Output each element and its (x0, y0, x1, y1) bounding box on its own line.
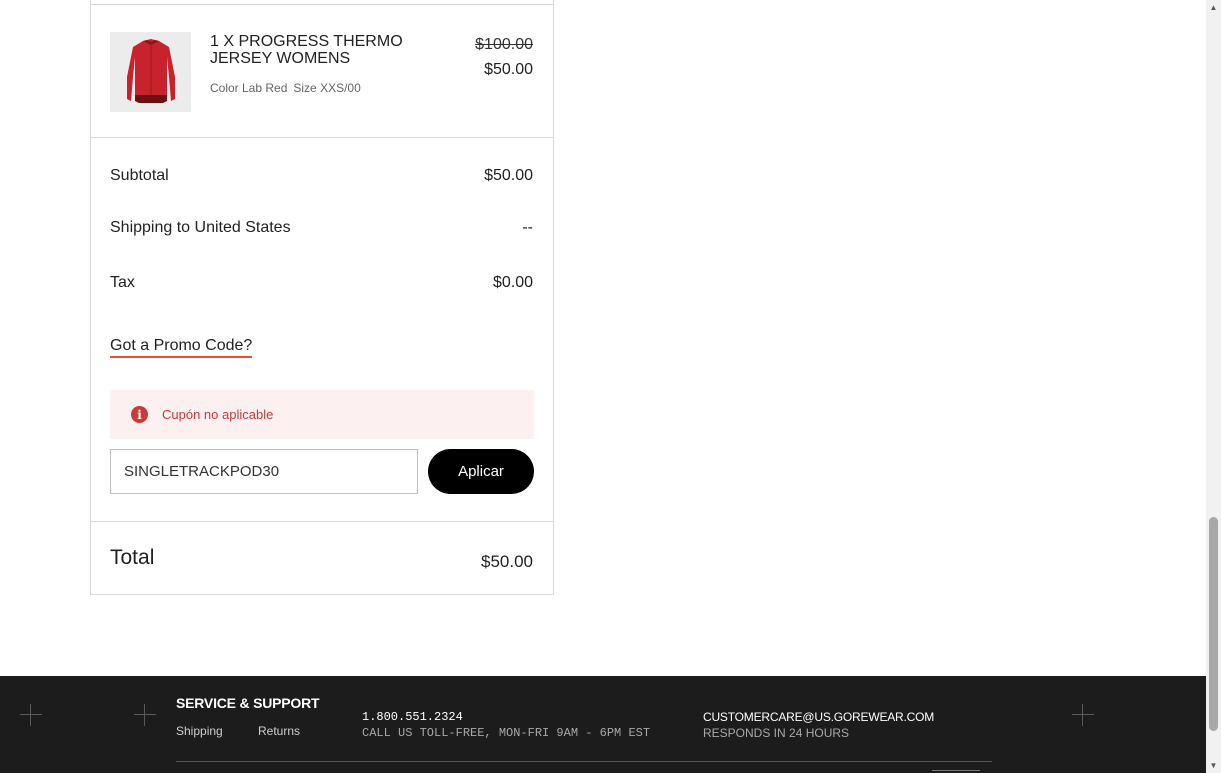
support-phone[interactable]: 1.800.551.2324 (362, 710, 463, 724)
tax-value: $0.00 (492, 274, 533, 291)
jersey-icon (126, 39, 175, 103)
scrollbar-thumb[interactable] (1209, 517, 1218, 731)
product-size: Size XXS/00 (293, 81, 361, 95)
total-value: $50.00 (481, 552, 533, 571)
subtotal-value: $50.00 (484, 167, 533, 184)
shipping-label: Shipping to United States (110, 219, 291, 236)
support-email-note: RESPONDS IN 24 HOURS (703, 726, 850, 740)
footer-section-title: SERVICE & SUPPORT (176, 695, 320, 711)
product-title: 1 X PROGRESS THERMO JERSEY WOMENS (210, 33, 403, 67)
original-price: $100.00 (475, 36, 533, 53)
crosshair-decoration-icon (1072, 704, 1094, 726)
promo-error-message: Cupón no aplicable (162, 407, 274, 422)
product-attributes: Color Lab Red Size XXS/00 (210, 81, 367, 95)
scroll-down-arrow-icon[interactable]: ▼ (1206, 758, 1221, 773)
crosshair-decoration-icon (134, 704, 156, 726)
divider (90, 4, 554, 5)
support-email[interactable]: CUSTOMERCARE@US.GOREWEAR.COM (703, 710, 934, 724)
vertical-scrollbar[interactable]: ▲ ▼ (1206, 0, 1221, 773)
sale-price: $50.00 (484, 61, 533, 78)
subtotal-label: Subtotal (110, 167, 169, 184)
promo-code-input[interactable] (110, 449, 418, 494)
footer-link-returns[interactable]: Returns (258, 724, 300, 738)
support-phone-note: CALL US TOLL-FREE, MON-FRI 9AM - 6PM EST (362, 726, 651, 740)
promo-error-alert: i Cupón no aplicable (110, 390, 534, 439)
scroll-up-arrow-icon[interactable]: ▲ (1206, 0, 1221, 15)
footer-divider (176, 761, 992, 762)
total-label: Total (110, 546, 155, 569)
site-footer: SERVICE & SUPPORT Shipping Returns 1.800… (0, 676, 1206, 773)
divider (90, 137, 554, 138)
info-icon: i (131, 406, 148, 423)
promo-code-link[interactable]: Got a Promo Code? (110, 337, 253, 358)
tax-label: Tax (110, 274, 135, 291)
product-image (110, 32, 191, 112)
apply-promo-button[interactable]: Aplicar (428, 449, 534, 494)
footer-link-shipping[interactable]: Shipping (176, 724, 223, 738)
crosshair-decoration-icon (20, 704, 42, 726)
product-color: Color Lab Red (210, 81, 288, 95)
shipping-value: -- (522, 219, 533, 236)
divider (90, 521, 554, 522)
